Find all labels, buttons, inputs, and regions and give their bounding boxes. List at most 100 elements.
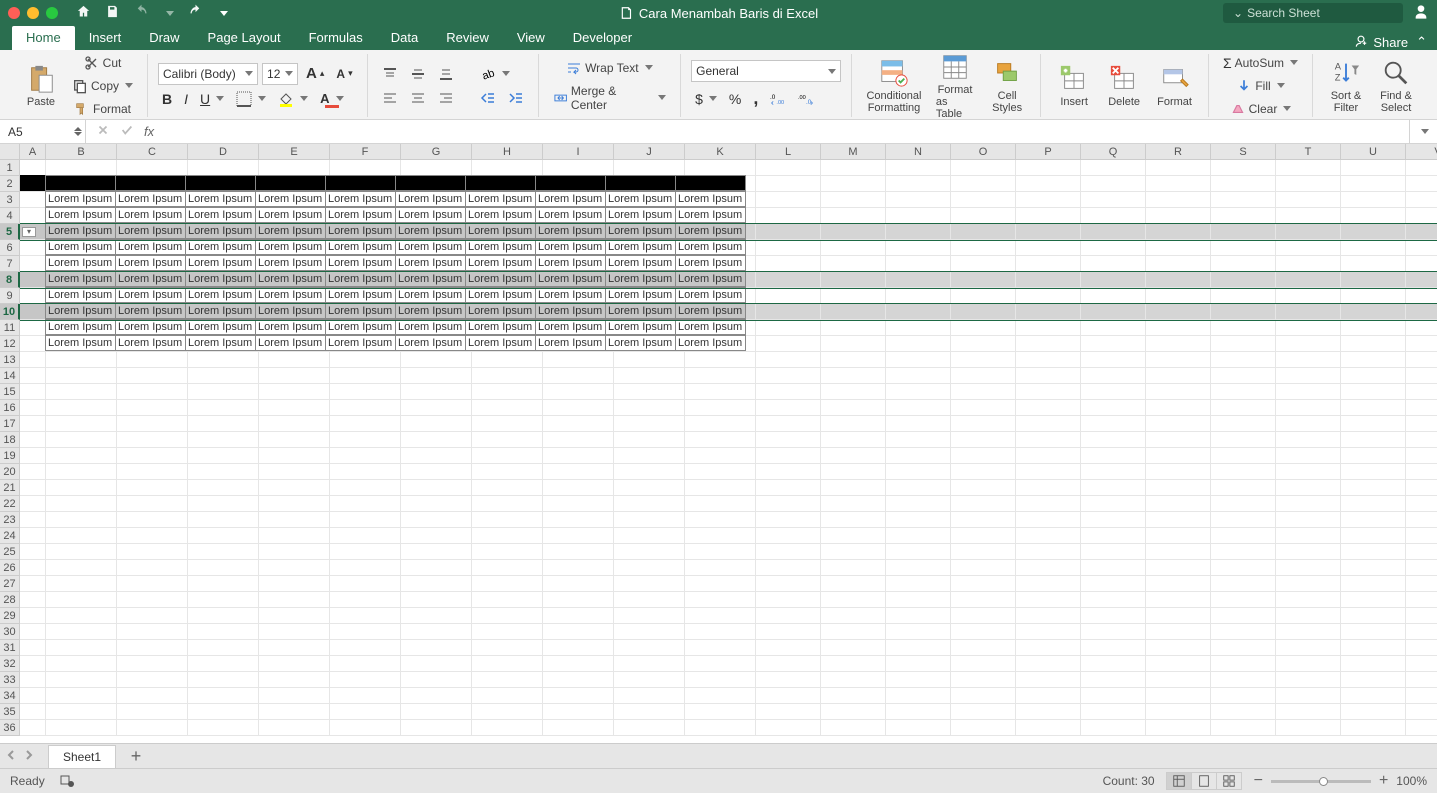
grid-row-32[interactable] bbox=[20, 656, 1437, 672]
data-cell[interactable]: Lorem Ipsum bbox=[465, 271, 536, 287]
row-header-11[interactable]: 11 bbox=[0, 320, 20, 336]
row-header-10[interactable]: 10 bbox=[0, 304, 20, 320]
column-header-D[interactable]: D bbox=[188, 144, 259, 160]
zoom-slider[interactable] bbox=[1271, 780, 1371, 783]
share-button[interactable]: Share bbox=[1354, 35, 1408, 50]
user-account-icon[interactable] bbox=[1413, 4, 1429, 23]
column-header-T[interactable]: T bbox=[1276, 144, 1341, 160]
percent-button[interactable]: % bbox=[725, 89, 745, 109]
data-cell[interactable]: Lorem Ipsum bbox=[675, 335, 746, 351]
data-cell[interactable]: Lorem Ipsum bbox=[115, 255, 186, 271]
data-cell[interactable]: Lorem Ipsum bbox=[45, 335, 116, 351]
maximize-window-button[interactable] bbox=[46, 7, 58, 19]
column-header-P[interactable]: P bbox=[1016, 144, 1081, 160]
home-icon[interactable] bbox=[76, 4, 91, 22]
data-cell[interactable] bbox=[45, 175, 116, 191]
sheet-nav-prev-icon[interactable] bbox=[6, 749, 16, 763]
data-cell[interactable]: Lorem Ipsum bbox=[325, 239, 396, 255]
data-cell[interactable]: Lorem Ipsum bbox=[395, 287, 466, 303]
data-cell[interactable]: Lorem Ipsum bbox=[465, 239, 536, 255]
column-header-N[interactable]: N bbox=[886, 144, 951, 160]
currency-button[interactable]: $ bbox=[691, 89, 721, 109]
data-cell[interactable]: Lorem Ipsum bbox=[465, 335, 536, 351]
data-cell[interactable]: Lorem Ipsum bbox=[535, 223, 606, 239]
grid-row-15[interactable] bbox=[20, 384, 1437, 400]
data-cell[interactable]: Lorem Ipsum bbox=[115, 287, 186, 303]
data-cell[interactable]: Lorem Ipsum bbox=[535, 191, 606, 207]
row-header-29[interactable]: 29 bbox=[0, 608, 20, 624]
data-cell[interactable] bbox=[535, 175, 606, 191]
grid-row-36[interactable] bbox=[20, 720, 1437, 736]
data-cell[interactable] bbox=[115, 175, 186, 191]
column-header-U[interactable]: U bbox=[1341, 144, 1406, 160]
paste-button[interactable]: Paste bbox=[18, 62, 64, 110]
data-cell[interactable]: Lorem Ipsum bbox=[535, 287, 606, 303]
underline-button[interactable]: U bbox=[196, 89, 228, 109]
column-header-E[interactable]: E bbox=[259, 144, 330, 160]
data-cell[interactable]: Lorem Ipsum bbox=[45, 223, 116, 239]
data-cell[interactable]: Lorem Ipsum bbox=[465, 191, 536, 207]
grid-row-27[interactable] bbox=[20, 576, 1437, 592]
data-cell[interactable]: Lorem Ipsum bbox=[185, 255, 256, 271]
data-cell[interactable]: Lorem Ipsum bbox=[605, 239, 676, 255]
data-cell[interactable]: Lorem Ipsum bbox=[255, 319, 326, 335]
grid-row-18[interactable] bbox=[20, 432, 1437, 448]
zoom-in-button[interactable]: + bbox=[1379, 772, 1388, 790]
clear-button[interactable]: Clear bbox=[1219, 99, 1302, 119]
align-center-button[interactable] bbox=[406, 88, 430, 108]
data-cell[interactable]: Lorem Ipsum bbox=[255, 223, 326, 239]
data-cell[interactable]: Lorem Ipsum bbox=[605, 223, 676, 239]
data-cell[interactable]: Lorem Ipsum bbox=[465, 287, 536, 303]
data-cell[interactable]: Lorem Ipsum bbox=[185, 303, 256, 319]
data-cell[interactable]: Lorem Ipsum bbox=[115, 207, 186, 223]
data-cell[interactable]: Lorem Ipsum bbox=[535, 303, 606, 319]
undo-icon[interactable] bbox=[134, 4, 149, 22]
fx-icon[interactable]: fx bbox=[144, 124, 154, 139]
font-color-button[interactable]: A bbox=[316, 89, 347, 108]
row-header-8[interactable]: 8 bbox=[0, 272, 20, 288]
italic-button[interactable]: I bbox=[180, 89, 192, 109]
data-cell[interactable]: Lorem Ipsum bbox=[255, 207, 326, 223]
data-cell[interactable]: Lorem Ipsum bbox=[325, 271, 396, 287]
align-right-button[interactable] bbox=[434, 88, 458, 108]
grid-row-31[interactable] bbox=[20, 640, 1437, 656]
data-cell[interactable]: Lorem Ipsum bbox=[325, 319, 396, 335]
data-cell[interactable]: Lorem Ipsum bbox=[45, 239, 116, 255]
fill-button[interactable]: Fill bbox=[1219, 76, 1302, 96]
data-cell[interactable]: Lorem Ipsum bbox=[325, 223, 396, 239]
data-cell[interactable]: Lorem Ipsum bbox=[535, 319, 606, 335]
cell-styles-button[interactable]: CellStyles bbox=[984, 56, 1030, 116]
insert-options-icon[interactable]: ▾ bbox=[22, 227, 36, 237]
data-cell[interactable]: Lorem Ipsum bbox=[45, 255, 116, 271]
data-cell[interactable]: Lorem Ipsum bbox=[45, 303, 116, 319]
increase-decimal-button[interactable]: .0.00 bbox=[766, 89, 790, 109]
row-header-5[interactable]: 5 bbox=[0, 224, 20, 240]
row-header-25[interactable]: 25 bbox=[0, 544, 20, 560]
data-cell[interactable]: Lorem Ipsum bbox=[395, 191, 466, 207]
data-cell[interactable]: Lorem Ipsum bbox=[185, 239, 256, 255]
row-header-13[interactable]: 13 bbox=[0, 352, 20, 368]
data-cell[interactable]: Lorem Ipsum bbox=[605, 287, 676, 303]
enter-formula-icon[interactable] bbox=[120, 123, 134, 140]
grid-row-13[interactable] bbox=[20, 352, 1437, 368]
column-header-M[interactable]: M bbox=[821, 144, 886, 160]
column-header-B[interactable]: B bbox=[46, 144, 117, 160]
decrease-font-button[interactable]: A▾ bbox=[332, 65, 356, 83]
zoom-out-button[interactable]: − bbox=[1254, 772, 1263, 790]
data-cell[interactable]: Lorem Ipsum bbox=[465, 303, 536, 319]
data-cell[interactable]: Lorem Ipsum bbox=[605, 191, 676, 207]
data-cell[interactable]: Lorem Ipsum bbox=[395, 239, 466, 255]
sheet-nav-next-icon[interactable] bbox=[24, 749, 34, 763]
orientation-button[interactable]: ab bbox=[476, 64, 514, 84]
sort-filter-button[interactable]: AZSort &Filter bbox=[1323, 56, 1369, 116]
data-cell[interactable]: Lorem Ipsum bbox=[465, 255, 536, 271]
grid-row-29[interactable] bbox=[20, 608, 1437, 624]
row-header-31[interactable]: 31 bbox=[0, 640, 20, 656]
data-cell[interactable]: Lorem Ipsum bbox=[255, 271, 326, 287]
column-header-C[interactable]: C bbox=[117, 144, 188, 160]
search-box[interactable]: ⌄ bbox=[1223, 3, 1403, 23]
font-name-select[interactable]: Calibri (Body) bbox=[158, 63, 258, 85]
row-header-6[interactable]: 6 bbox=[0, 240, 20, 256]
data-cell[interactable]: Lorem Ipsum bbox=[255, 255, 326, 271]
grid-row-23[interactable] bbox=[20, 512, 1437, 528]
